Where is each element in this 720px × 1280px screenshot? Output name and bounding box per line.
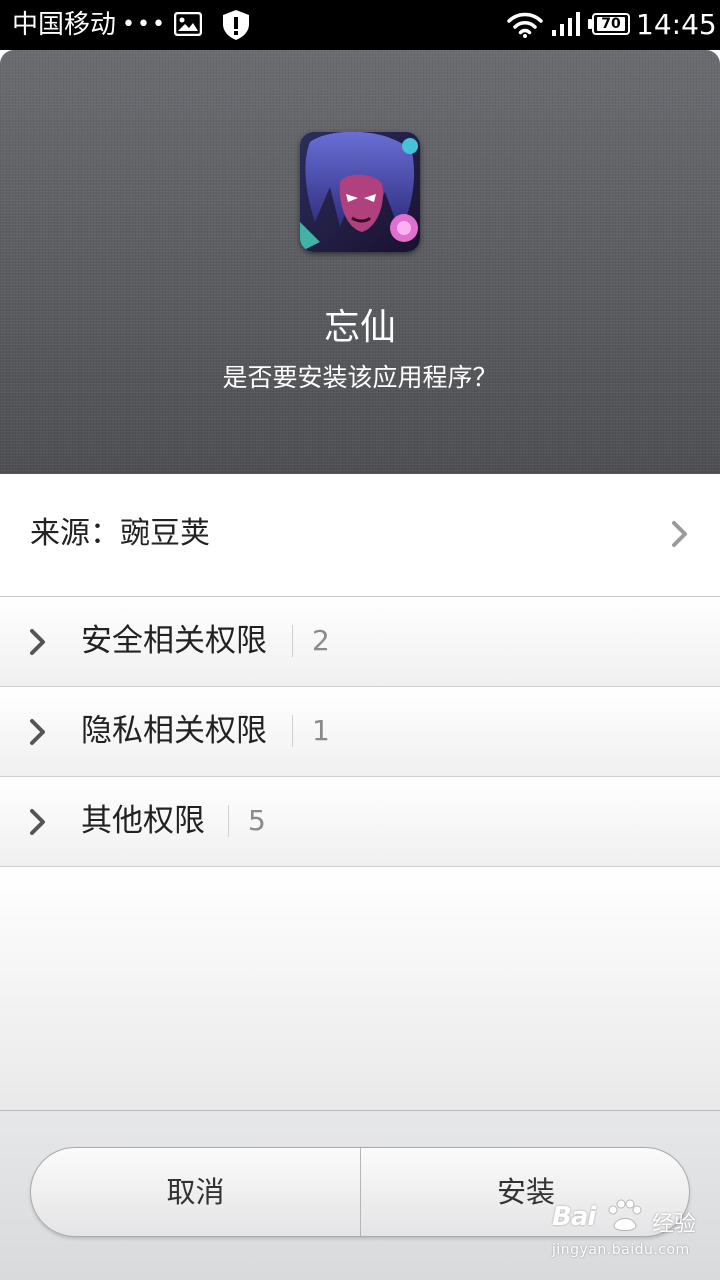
permission-count: 5	[248, 804, 266, 837]
app-icon	[300, 132, 420, 252]
chevron-right-icon	[28, 718, 48, 750]
wifi-icon	[507, 12, 543, 42]
permission-label: 隐私相关权限	[81, 713, 267, 749]
source-label: 来源：豌豆荚	[30, 516, 210, 551]
battery-icon: 70	[592, 13, 630, 35]
chevron-right-icon	[28, 808, 48, 840]
watermark-brand-suffix: 经验	[652, 1212, 697, 1237]
permission-count: 1	[312, 714, 330, 747]
status-bar: 中国移动 ••• 70 14:45	[0, 0, 720, 50]
signal-strength-icon	[551, 11, 581, 41]
permission-row-other[interactable]: 其他权限 5	[0, 777, 720, 867]
image-notification-icon	[173, 11, 203, 40]
chevron-right-icon	[28, 628, 48, 660]
clock: 14:45	[636, 8, 717, 41]
permission-label: 安全相关权限	[81, 623, 267, 659]
permission-label: 其他权限	[81, 803, 205, 839]
source-row[interactable]: 来源：豌豆荚	[0, 474, 720, 597]
shield-icon	[222, 9, 250, 45]
watermark-url: jingyan.baidu.com	[552, 1242, 690, 1258]
carrier-name: 中国移动	[12, 10, 117, 40]
more-notifications-icon: •••	[122, 12, 167, 37]
divider	[228, 805, 229, 837]
chevron-right-icon	[670, 520, 690, 552]
install-header: 忘仙 是否要安装该应用程序？	[0, 50, 720, 474]
baidu-watermark: Bai 经验 jingyan.baidu.com	[552, 1196, 712, 1266]
cancel-button[interactable]: 取消	[31, 1148, 360, 1236]
paw-icon	[604, 1198, 644, 1240]
watermark-brand: Bai	[552, 1202, 596, 1232]
battery-level: 70	[597, 17, 625, 31]
app-name: 忘仙	[323, 307, 396, 348]
permission-row-privacy[interactable]: 隐私相关权限 1	[0, 687, 720, 777]
divider	[292, 715, 293, 747]
content-spacer	[0, 868, 720, 1110]
install-question: 是否要安装该应用程序？	[222, 363, 498, 392]
permission-row-security[interactable]: 安全相关权限 2	[0, 597, 720, 687]
divider	[292, 625, 293, 657]
permission-count: 2	[312, 624, 330, 657]
